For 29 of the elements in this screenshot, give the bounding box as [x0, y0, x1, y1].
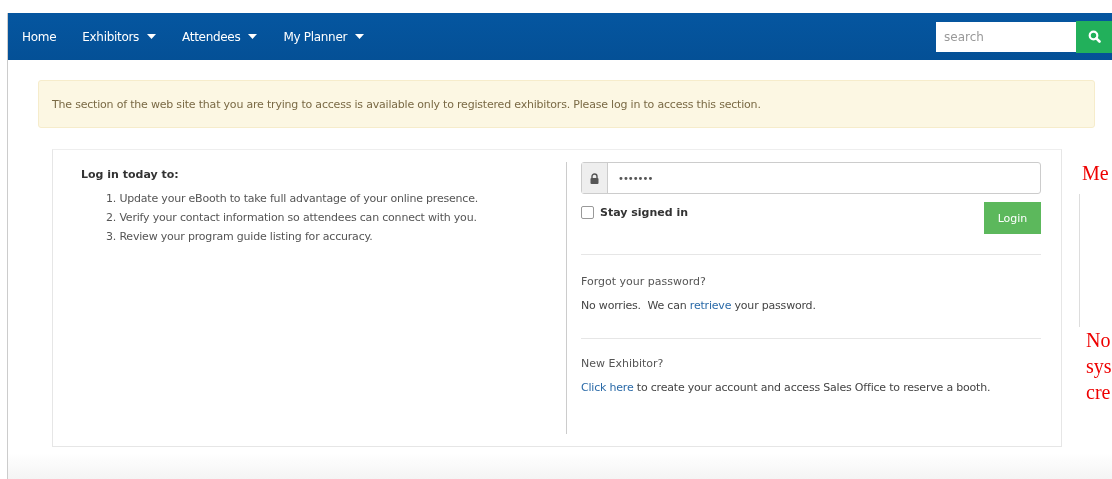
side-note: sys	[1086, 354, 1112, 379]
nav-link[interactable]: Attendees	[182, 29, 258, 44]
lock-icon	[590, 172, 599, 184]
side-note: Me	[1082, 161, 1110, 186]
step-text: 2. Verify your contact information so attendees can connect with you.	[106, 210, 478, 226]
caret-icon	[355, 34, 365, 39]
click-here-link[interactable]: Click here	[581, 381, 634, 394]
caret-icon	[147, 34, 157, 39]
new-exhibitor-text: Click here to create your account and access Sales Office to reserve a booth.	[581, 381, 992, 394]
search-icon	[1087, 30, 1101, 43]
forgot-heading: Forgot your password?	[581, 275, 707, 288]
new-exhibitor-heading: New Exhibitor?	[581, 357, 665, 370]
side-note: cre	[1086, 380, 1112, 405]
alert-message: The section of the web site that you are trying to access is available only to registered exhibitors. Please log in to access this section.	[52, 97, 761, 111]
password-field[interactable]: •••••••	[581, 162, 1041, 194]
search-field[interactable]: search	[936, 21, 1076, 52]
nav-link[interactable]: Home	[22, 29, 57, 44]
nav-link[interactable]: My Planner	[283, 29, 365, 44]
search-button[interactable]	[1076, 20, 1112, 53]
step-text: 1. Update your eBooth to take full advantage of your online presence.	[106, 191, 480, 207]
stay-signed-in-label: Stay signed in	[600, 206, 689, 219]
retrieve-link[interactable]: retrieve	[689, 299, 732, 312]
intro-heading: Log in today to:	[81, 168, 180, 181]
side-note: No	[1086, 328, 1112, 353]
step-text: 3. Review your program guide listing for accuracy.	[106, 229, 374, 245]
caret-icon	[248, 34, 258, 39]
forgot-text: No worries. We can retrieve your password.	[581, 299, 817, 312]
nav-link[interactable]: Exhibitors	[82, 29, 157, 44]
stay-signed-in-checkbox[interactable]	[581, 206, 594, 219]
